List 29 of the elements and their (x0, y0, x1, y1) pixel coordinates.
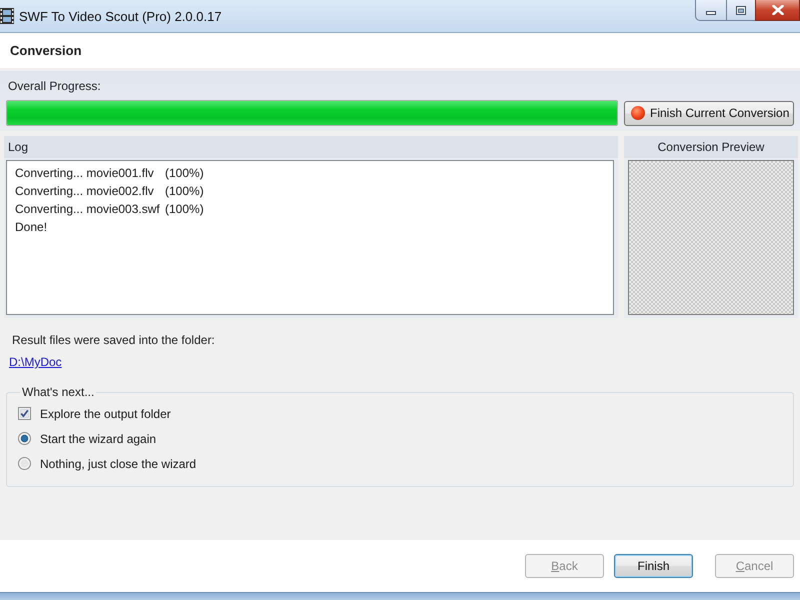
checkbox[interactable] (18, 407, 31, 420)
folder-link[interactable]: D:\MyDoc (9, 355, 62, 369)
maximize-icon (736, 6, 746, 14)
finish-conversion-button[interactable]: Finish Current Conversion (624, 100, 794, 126)
maximize-button[interactable] (726, 0, 755, 21)
page-title: Conversion (10, 43, 82, 58)
log-line: Converting... movie001.flv (100%) (15, 165, 204, 182)
log-line: Done! (15, 219, 48, 236)
group-title: What's next... (21, 385, 96, 399)
checkbox-label: Explore the output folder (40, 406, 171, 420)
film-strip-icon (0, 8, 14, 24)
close-button[interactable] (755, 0, 800, 21)
radio-label: Nothing, just close the wizard (40, 456, 196, 470)
finish-button[interactable]: Finish (614, 554, 693, 578)
window-title: SWF To Video Scout (Pro) 2.0.0.17 (19, 8, 222, 24)
close-icon (772, 5, 784, 15)
result-message: Result files were saved into the folder: (12, 333, 215, 347)
minimize-button[interactable] (695, 0, 726, 21)
log-line: Converting... movie003.swf (100%) (15, 201, 204, 218)
log-textbox[interactable]: Converting... movie001.flv (100%) Converting... movie002.flv (100%) Converting... movie003.swf (100%) Done! (6, 160, 614, 315)
minimize-icon (706, 11, 716, 15)
log-title: Log (7, 139, 28, 156)
preview-title: Conversion Preview (658, 139, 764, 156)
radio-button[interactable] (18, 432, 31, 445)
progress-label: Overall Progress: (8, 78, 101, 95)
radio-label: Start the wizard again (40, 432, 156, 446)
log-line: Converting... movie002.flv (100%) (15, 183, 204, 200)
radio-button[interactable] (18, 457, 31, 470)
dot-icon (631, 106, 645, 120)
